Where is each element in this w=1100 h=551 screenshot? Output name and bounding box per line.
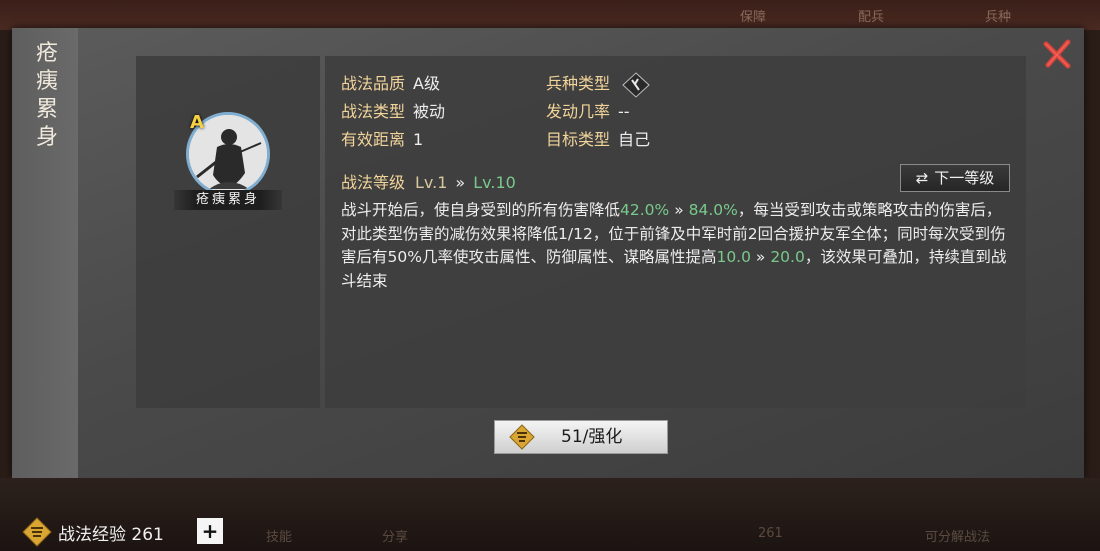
type-value: 被动 (413, 102, 446, 121)
level-arrow: » (455, 173, 466, 192)
current-level: Lv.1 (415, 173, 448, 192)
desc-value-green: 84.0% (688, 201, 738, 219)
swap-arrows-icon: ⇄ (915, 169, 929, 187)
enhance-button[interactable]: 51/强化 (494, 420, 668, 454)
quality-value: A级 (413, 74, 440, 93)
skill-detail-dialog: 疮痍累身 A 疮痍累身 战法品质 A级 战法类型 被动 有效距离 1 兵种类型 … (12, 28, 1084, 478)
background-tab: 配兵 (858, 10, 885, 25)
skill-description: 战斗开始后，使自身受到的所有伤害降低42.0% » 84.0%，每当受到攻击或策… (341, 199, 1013, 293)
quality-label: 战法品质 (341, 74, 406, 93)
desc-value-green: 20.0 (770, 248, 805, 266)
background-ghost-text: 分享 (382, 530, 409, 545)
max-level: Lv.10 (473, 173, 516, 192)
enhance-label: 51/强化 (561, 427, 623, 447)
troop-label: 兵种类型 (546, 74, 611, 93)
target-row: 目标类型 自己 (546, 126, 650, 150)
skill-level-row: 战法等级 Lv.1 » Lv.10 (341, 169, 516, 193)
range-value: 1 (413, 130, 424, 149)
troop-row: 兵种类型 (546, 70, 651, 98)
close-button[interactable] (1042, 38, 1074, 70)
rate-value: -- (618, 102, 630, 121)
target-value: 自己 (618, 130, 651, 149)
skill-side-title: 疮痍累身 (35, 41, 58, 150)
close-icon (1043, 39, 1071, 69)
skill-name-label: 疮痍累身 (174, 190, 282, 210)
quality-row: 战法品质 A级 (341, 70, 440, 94)
range-row: 有效距离 1 (341, 126, 423, 150)
troop-type-icon (622, 71, 650, 98)
desc-arrow: » (750, 248, 771, 266)
target-label: 目标类型 (546, 130, 611, 149)
background-top-bar: 保障 配兵 兵种 (0, 0, 1100, 30)
background-tab: 保障 (740, 10, 767, 25)
bottom-bar: 技能 分享 261 可分解战法 (0, 478, 1100, 551)
skill-grade-badge: A (190, 112, 204, 133)
type-label: 战法类型 (341, 102, 406, 121)
range-label: 有效距离 (341, 130, 406, 149)
desc-text: 战斗开始后，使自身受到的所有伤害降低 (341, 201, 621, 219)
background-tab: 兵种 (985, 10, 1012, 25)
skill-exp-label: 战法经验 261 (58, 525, 164, 545)
skill-side-title-panel: 疮痍累身 (12, 28, 78, 478)
add-exp-button[interactable]: + (197, 518, 223, 544)
skill-exp-icon (22, 517, 52, 547)
skill-exp-icon (509, 424, 535, 450)
desc-arrow: » (669, 201, 689, 219)
background-ghost-text: 261 (758, 526, 783, 541)
rate-row: 发动几率 -- (546, 98, 630, 122)
next-level-label: 下一等级 (934, 169, 995, 187)
skill-portrait-panel: A 疮痍累身 (136, 56, 320, 408)
type-row: 战法类型 被动 (341, 98, 445, 122)
rate-label: 发动几率 (546, 102, 611, 121)
next-level-button[interactable]: ⇄ 下一等级 (900, 164, 1010, 192)
desc-value-green: 42.0% (620, 201, 670, 219)
background-ghost-text: 可分解战法 (925, 530, 991, 545)
background-ghost-text: 技能 (266, 530, 293, 545)
skill-info-panel: 战法品质 A级 战法类型 被动 有效距离 1 兵种类型 发动几率 -- 目标类型 自己 战… (325, 56, 1026, 408)
level-label: 战法等级 (341, 173, 406, 192)
desc-value-green: 10.0 (716, 248, 751, 266)
